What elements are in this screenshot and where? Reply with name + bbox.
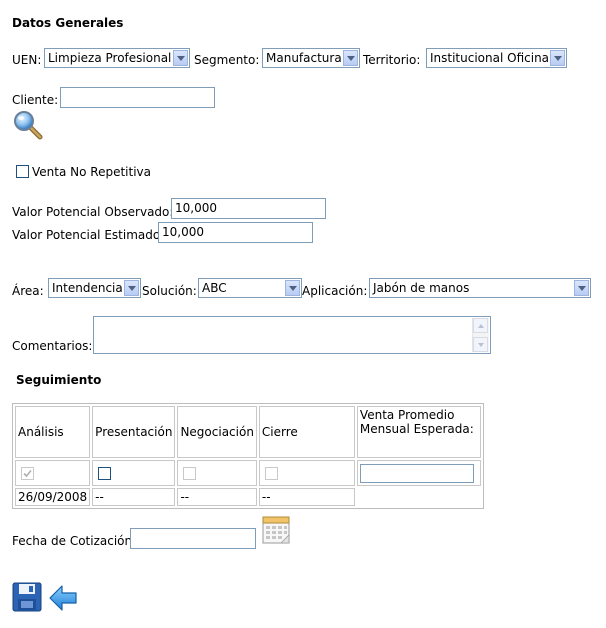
cliente-label: Cliente: (12, 93, 59, 107)
chevron-down-icon (343, 50, 358, 66)
header-analisis: Análisis (15, 406, 91, 458)
search-icon[interactable] (12, 110, 44, 140)
segmento-value: Manufactura (266, 51, 342, 65)
chevron-down-icon (574, 280, 589, 296)
section-title: Datos Generales (12, 16, 124, 30)
scroll-up-icon[interactable] (473, 318, 488, 333)
negociacion-check-cell (177, 460, 257, 486)
cierre-date: -- (258, 488, 355, 506)
valor-estimado-input[interactable]: 10,000 (158, 222, 313, 243)
presentacion-check-cell (92, 460, 176, 486)
cierre-check-cell (258, 460, 355, 486)
chevron-down-icon (285, 280, 300, 296)
presentacion-date: -- (92, 488, 176, 506)
analisis-date: 26/09/2008 (15, 488, 91, 506)
solucion-select[interactable]: ABC (198, 278, 302, 298)
comentarios-textarea[interactable] (93, 316, 491, 354)
chevron-down-icon (173, 50, 188, 66)
empty-cell (357, 488, 481, 506)
uen-label: UEN: (12, 53, 42, 67)
chevron-down-icon (550, 50, 565, 66)
valor-observado-label: Valor Potencial Observado: (12, 205, 174, 219)
valor-observado-input[interactable]: 10,000 (171, 198, 326, 219)
chevron-down-icon (124, 280, 139, 296)
seguimiento-title: Seguimiento (16, 373, 102, 387)
checkmark-icon (23, 469, 32, 477)
area-value: Intendencia (52, 281, 123, 295)
presentacion-checkbox[interactable] (98, 466, 112, 480)
analisis-check-cell (15, 460, 91, 486)
fecha-cotizacion-input[interactable] (130, 528, 256, 549)
territorio-select[interactable]: Institucional Oficina (426, 48, 567, 68)
area-label: Área: (12, 284, 44, 298)
uen-value: Limpieza Profesional (48, 51, 172, 65)
aplicacion-label: Aplicación: (302, 284, 368, 298)
header-venta-promedio: Venta Promedio Mensual Esperada: (356, 406, 481, 458)
territorio-value: Institucional Oficina (430, 51, 550, 65)
header-cierre: Cierre (258, 406, 355, 458)
header-negociacion: Negociación (177, 406, 257, 458)
header-presentacion: Presentación (92, 406, 176, 458)
aplicacion-select[interactable]: Jabón de manos (369, 278, 591, 298)
save-icon[interactable] (12, 582, 42, 612)
uen-select[interactable]: Limpieza Profesional (44, 48, 190, 68)
territorio-label: Territorio: (363, 53, 421, 67)
scroll-down-icon[interactable] (473, 337, 488, 352)
solucion-value: ABC (202, 281, 227, 295)
seguimiento-table: Análisis Presentación Negociación Cierre… (12, 403, 484, 509)
area-select[interactable]: Intendencia (48, 278, 141, 298)
valor-estimado-label: Valor Potencial Estimado: (12, 228, 165, 242)
segmento-label: Segmento: (194, 53, 260, 67)
segmento-select[interactable]: Manufactura (262, 48, 360, 68)
venta-no-repetitiva-label: Venta No Repetitiva (32, 165, 151, 179)
cierre-checkbox[interactable] (264, 466, 278, 480)
venta-promedio-input[interactable] (359, 463, 474, 483)
venta-no-repetitiva-checkbox[interactable] (16, 165, 29, 178)
analisis-checkbox[interactable] (21, 466, 34, 480)
comentarios-scrollbar[interactable] (472, 318, 489, 352)
back-arrow-icon[interactable] (48, 584, 78, 612)
venta-promedio-cell (356, 460, 481, 486)
negociacion-date: -- (177, 488, 257, 506)
fecha-cotizacion-label: Fecha de Cotización (12, 534, 133, 548)
aplicacion-value: Jabón de manos (373, 281, 470, 295)
negociacion-checkbox[interactable] (183, 466, 197, 480)
calendar-icon[interactable] (261, 513, 291, 545)
solucion-label: Solución: (142, 284, 197, 298)
cliente-input[interactable] (60, 87, 215, 108)
comentarios-label: Comentarios: (12, 339, 93, 353)
